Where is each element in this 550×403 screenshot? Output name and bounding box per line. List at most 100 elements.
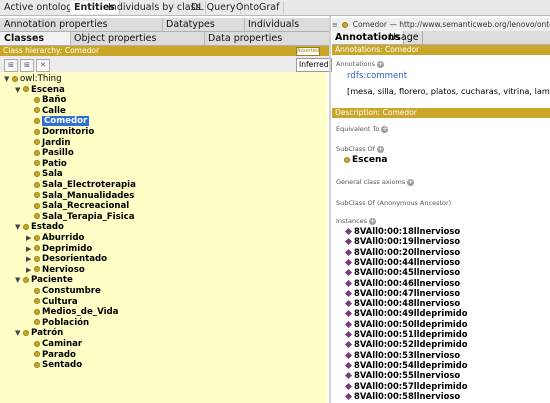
class-icon (23, 276, 29, 283)
tree-node[interactable]: Calle (26, 106, 66, 117)
tree-node[interactable]: Sala_Terapia_Fisica (26, 212, 135, 223)
instance-item[interactable]: 8VAll0:00:53llnervioso (344, 350, 460, 360)
instance-item[interactable]: 8VAll0:00:57lldeprimido (344, 380, 468, 391)
tab-usage[interactable]: Usage (386, 31, 423, 44)
instance-item[interactable]: 8VAll0:00:47llnervioso (344, 288, 460, 298)
expand-toggle-icon[interactable]: ▶ (26, 244, 34, 255)
expand-toggle-icon[interactable]: ▼ (15, 85, 23, 96)
tree-node[interactable]: Sala_Recreacional (26, 201, 129, 212)
tree-node[interactable]: ▼ Estado (15, 222, 64, 233)
tree-node[interactable]: Comedor (26, 116, 90, 127)
subclass-of-text: SubClass Of (336, 145, 375, 153)
tree-node-label: Cultura (42, 296, 78, 307)
tree-node[interactable]: ▶ Desorientado (26, 254, 107, 265)
annotations-header: Annotations: Comedor (332, 45, 550, 55)
inferred-select[interactable]: Inferred (296, 58, 332, 72)
instance-item[interactable]: 8VAll0:00:18llnervioso (344, 227, 460, 236)
instance-item[interactable]: 8VAll0:00:58llnervioso (344, 390, 461, 401)
tab-classes[interactable]: Classes (0, 32, 71, 45)
instance-label: 8VAll0:00:54lldeprimido (354, 359, 468, 370)
instance-item[interactable]: 8VAll0:00:50lldeprimido (344, 318, 468, 329)
tab-datatypes[interactable]: Datatypes (162, 18, 245, 31)
tree-node[interactable]: Sentado (26, 360, 82, 371)
expand-toggle-icon[interactable]: ▼ (15, 275, 23, 286)
instance-label: 8VAll0:00:57lldeprimido (354, 380, 468, 391)
tree-node[interactable]: Patio (26, 159, 67, 170)
pane-divider[interactable] (329, 16, 331, 403)
tab-data-properties[interactable]: Data properties (204, 32, 331, 45)
instance-item[interactable]: 8VAll0:00:44llnervioso (344, 257, 460, 267)
individual-icon (344, 279, 353, 287)
class-icon (34, 96, 40, 103)
tree-node[interactable]: Sala (26, 169, 63, 180)
add-equivalent-icon[interactable]: + (381, 125, 389, 133)
expand-toggle-icon[interactable]: ▶ (26, 265, 34, 276)
tree-node[interactable]: Caminar (26, 339, 82, 350)
tree-node-label: Pasillo (42, 148, 74, 159)
tree-node[interactable]: Medios_de_Vida (26, 307, 118, 318)
add-superclass-icon[interactable]: + (376, 145, 384, 153)
tree-node[interactable]: ▼ Patrón (15, 328, 63, 339)
instance-item[interactable]: 8VAll0:00:48llnervioso (344, 299, 460, 308)
class-icon (34, 298, 40, 305)
class-icon (344, 156, 350, 163)
instance-item[interactable]: 8VAll0:00:19llnervioso (344, 237, 460, 246)
individual-icon (344, 382, 353, 390)
superclass-item[interactable]: Escena (344, 155, 387, 165)
tree-node[interactable]: ▶ Aburrido (26, 233, 84, 244)
instance-item[interactable]: 8VAll0:00:54lldeprimido (344, 359, 468, 370)
instance-item[interactable]: 8VAll0:00:51lldeprimido (344, 330, 468, 339)
tab-individuals[interactable]: Individuals (244, 18, 331, 31)
instance-item[interactable]: 8VAll0:00:49lldeprimido (344, 309, 468, 318)
tree-node[interactable]: ▶ Nervioso (26, 265, 85, 276)
tree-node-label: Aburrido (42, 233, 85, 243)
individual-icon (344, 248, 353, 256)
instance-label: 8VAll0:00:58llnervioso (354, 390, 461, 401)
tree-node-label: owl:Thing (20, 74, 62, 84)
add-annotation-icon[interactable]: + (377, 60, 385, 68)
tree-node[interactable]: Pasillo (26, 148, 74, 159)
tree-node[interactable]: ▼ owl:Thing (4, 74, 62, 85)
tree-node[interactable]: Sala_Electroterapia (26, 180, 136, 191)
tree-node[interactable]: ▼ Escena (15, 85, 65, 96)
tree-node[interactable]: Sala_Manualidades (26, 191, 134, 202)
instance-item[interactable]: 8VAll0:00:55llnervioso (344, 371, 460, 380)
expand-toggle-icon[interactable]: ▼ (15, 328, 23, 339)
tab-ontograf[interactable]: OntoGraf (232, 1, 285, 14)
tab-object-properties[interactable]: Object properties (70, 32, 205, 45)
delete-class-icon[interactable]: ✕ (36, 59, 50, 72)
annotations-label-text: Annotations (336, 60, 376, 68)
tree-node[interactable]: ▶ Deprimido (26, 244, 92, 255)
instance-label: 8VAll0:00:50lldeprimido (354, 318, 468, 329)
view-mode-badge[interactable]: Asserted (296, 47, 320, 56)
add-general-axiom-icon[interactable]: + (407, 178, 415, 186)
tree-node[interactable]: Jardin (26, 138, 70, 149)
class-icon (34, 340, 40, 347)
add-sibling-icon[interactable]: ⊞ (20, 59, 34, 72)
instance-item[interactable]: 8VAll0:00:46llnervioso (344, 278, 460, 288)
expand-toggle-icon[interactable]: ▼ (15, 222, 23, 233)
class-icon (34, 170, 40, 177)
tree-node-label: Medios_de_Vida (42, 307, 119, 318)
expand-toggle-icon[interactable]: ▶ (26, 233, 34, 244)
class-icon (34, 266, 40, 273)
tree-node[interactable]: Cultura (26, 297, 78, 308)
class-tree[interactable]: ▼ owl:Thing ▼ Escena Baño Calle Comedor Dormito… (0, 72, 327, 403)
instance-item[interactable]: 8VAll0:00:45llnervioso (344, 268, 460, 277)
expand-toggle-icon[interactable]: ▼ (4, 74, 12, 85)
tree-node[interactable]: Constumbre (26, 286, 101, 297)
list-icon[interactable]: ≡ (332, 19, 340, 31)
expand-toggle-icon[interactable]: ▶ (26, 254, 34, 265)
tree-node[interactable]: Parado (26, 350, 76, 361)
add-subclass-icon[interactable]: ⊞ (4, 59, 18, 72)
annotation-property[interactable]: rdfs:comment (347, 71, 407, 81)
tree-node[interactable]: Dormitorio (26, 127, 94, 138)
instances-list[interactable]: 8VAll0:00:18llnervioso 8VAll0:00:19llnerv… (332, 226, 550, 403)
instance-item[interactable]: 8VAll0:00:20llnervioso (344, 247, 460, 257)
instance-item[interactable]: 8VAll0:00:52lldeprimido (344, 340, 468, 349)
description-title: Description: Comedor (335, 108, 417, 117)
tree-node[interactable]: ▼ Paciente (15, 275, 73, 286)
tree-node[interactable]: Baño (26, 95, 66, 106)
add-instance-icon[interactable]: + (369, 217, 377, 225)
tab-annotation-properties[interactable]: Annotation properties (0, 18, 163, 31)
